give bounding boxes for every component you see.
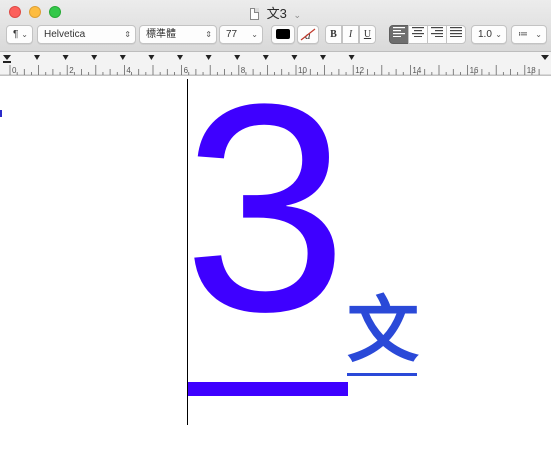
list-style-popup[interactable]: ≔ ⌄ bbox=[511, 25, 547, 44]
tab-stop-marker[interactable] bbox=[91, 55, 98, 60]
align-justify-button[interactable] bbox=[446, 25, 466, 44]
tab-stop-marker[interactable] bbox=[119, 55, 126, 60]
align-right-icon bbox=[431, 27, 443, 37]
font-family-value: Helvetica bbox=[44, 29, 86, 40]
text-run-main-underline bbox=[188, 382, 348, 396]
chevron-down-icon: ⌄ bbox=[495, 30, 502, 39]
ruler-label: 0 bbox=[12, 66, 17, 75]
align-center-button[interactable] bbox=[408, 25, 428, 44]
ruler-label: 12 bbox=[355, 66, 364, 75]
line-spacing-popup[interactable]: 1.0 ⌄ bbox=[471, 25, 507, 44]
text-insertion-cursor bbox=[187, 79, 188, 425]
tab-stop-marker[interactable] bbox=[34, 55, 40, 60]
underline-button[interactable]: U bbox=[359, 25, 376, 44]
align-left-icon bbox=[393, 27, 405, 37]
ruler-label: 4 bbox=[126, 66, 131, 75]
paragraph-icon: ¶ bbox=[13, 29, 19, 40]
ruler-label: 16 bbox=[470, 66, 479, 75]
font-typeface-value: 標準體 bbox=[146, 29, 176, 40]
chevron-down-icon: ⌄ bbox=[251, 30, 258, 39]
tab-stop-marker[interactable] bbox=[348, 55, 355, 60]
line-spacing-value: 1.0 bbox=[478, 29, 492, 40]
text-run-secondary: 文 bbox=[347, 288, 420, 372]
textedit-window: 文3 ⌄ ¶ ⌄ Helvetica ⇕ 標準體 ⇕ 77 ⌄ a B I U … bbox=[0, 0, 551, 469]
title-menu-chevron-icon[interactable]: ⌄ bbox=[293, 10, 301, 20]
updown-arrows-icon: ⇕ bbox=[205, 30, 212, 39]
align-left-button[interactable] bbox=[389, 25, 409, 44]
tab-stop-marker[interactable] bbox=[62, 55, 69, 60]
right-margin-marker[interactable] bbox=[541, 55, 549, 60]
popup-arrows-icon: ⌄ bbox=[21, 30, 28, 39]
font-size-value: 77 bbox=[226, 29, 238, 40]
left-margin-marker bbox=[0, 110, 2, 117]
paragraph-styles-popup[interactable]: ¶ ⌄ bbox=[6, 25, 33, 44]
ruler-label: 14 bbox=[412, 66, 421, 75]
left-indent-marker[interactable] bbox=[3, 55, 11, 63]
align-center-icon bbox=[412, 27, 424, 37]
align-justify-icon bbox=[450, 27, 462, 37]
text-color-swatch bbox=[276, 29, 290, 39]
no-color-icon: a bbox=[300, 28, 316, 42]
tab-stop-marker[interactable] bbox=[148, 55, 155, 60]
font-family-popup[interactable]: Helvetica ⇕ bbox=[37, 25, 136, 44]
list-bullets-icon: ≔ bbox=[518, 29, 528, 40]
ruler-label: 18 bbox=[527, 66, 536, 75]
text-run-main: 3 bbox=[183, 42, 348, 373]
window-title-bar[interactable]: 文3 ⌄ bbox=[0, 3, 551, 22]
window-title: 文3 bbox=[266, 6, 287, 21]
ruler-label: 2 bbox=[69, 66, 74, 75]
chevron-down-icon: ⌄ bbox=[535, 30, 542, 39]
document-icon bbox=[249, 8, 259, 20]
text-run-secondary-underline bbox=[347, 373, 417, 376]
updown-arrows-icon: ⇕ bbox=[124, 30, 131, 39]
align-right-button[interactable] bbox=[427, 25, 447, 44]
